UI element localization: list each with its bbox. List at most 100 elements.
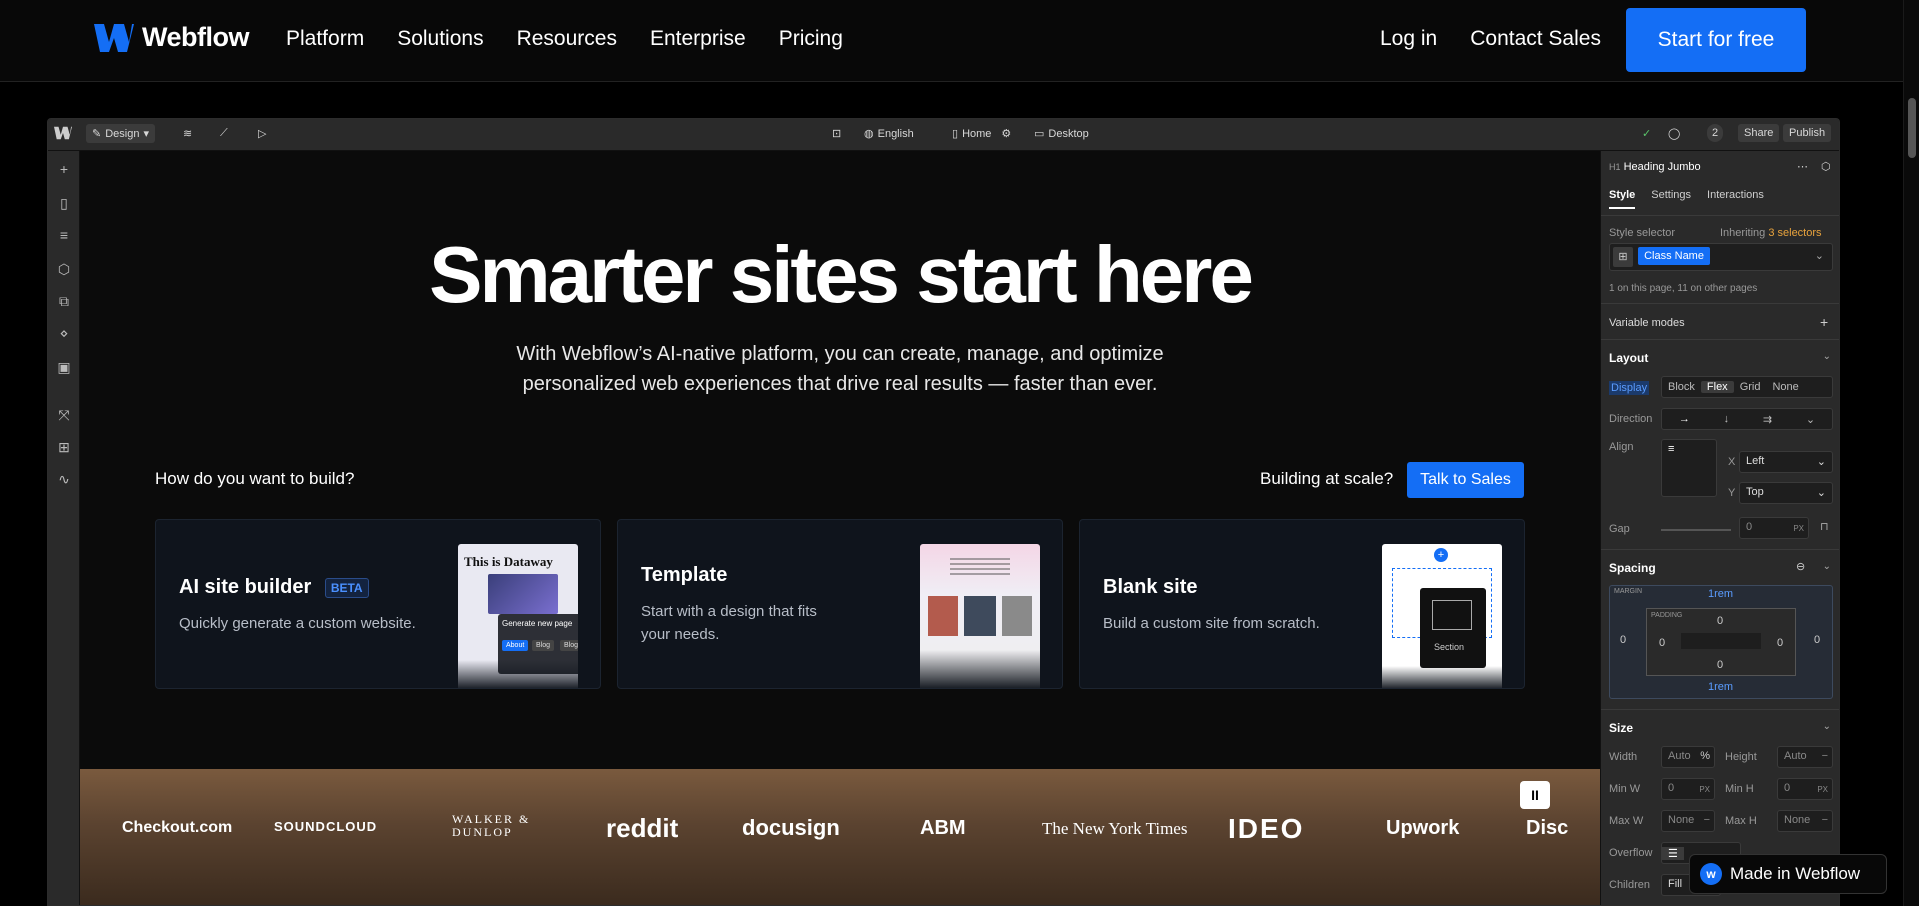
made-in-webflow-badge[interactable]: w Made in Webflow [1689,854,1887,894]
height-input[interactable]: Auto − [1777,746,1833,768]
pause-button[interactable]: II [1520,781,1550,809]
page-scrollbar[interactable] [1903,0,1919,906]
unit-dash-icon: − [1703,814,1710,826]
focus-icon[interactable]: ⊡ [832,127,841,140]
chevron-down-icon[interactable]: ⌄ [1823,351,1831,362]
display-block[interactable]: Block [1662,381,1701,393]
assets-icon[interactable]: ▣ [56,359,72,375]
margin-right-value[interactable]: 0 [1814,634,1820,646]
align-x-select[interactable]: Left ⌄ [1739,451,1833,473]
login-link[interactable]: Log in [1380,27,1437,51]
logic-icon[interactable]: ⤧ [56,407,72,423]
display-grid[interactable]: Grid [1734,381,1767,393]
start-for-free-button[interactable]: Start for free [1626,8,1806,72]
design-mode-dropdown[interactable]: ✎ Design ▾ [86,124,155,143]
usage-text: 1 on this page, 11 on other pages [1609,283,1758,294]
min-h-input[interactable]: 0 PX [1777,778,1833,800]
page-selector[interactable]: ▯ Home ⚙ [952,127,1011,141]
width-input[interactable]: Auto % [1661,746,1715,768]
nav-resources[interactable]: Resources [517,27,617,51]
navigator-icon[interactable]: ≡ [56,227,72,243]
designer-toolbar: ✎ Design ▾ ≋ ⟋ ▷ ⊡ ◍ English ▯ Home ⚙ ▭ … [48,119,1839,151]
chevron-down-icon[interactable]: ⌄ [1823,721,1831,732]
collaborators-count[interactable]: 2 [1707,124,1724,142]
selectors-count[interactable]: 3 selectors [1768,227,1821,239]
ai-site-builder-card[interactable]: AI site builder BETA Quickly generate a … [155,519,601,689]
display-flex[interactable]: Flex [1700,381,1734,393]
gap-slider[interactable] [1661,529,1731,531]
arrow-right-icon[interactable]: → [1673,413,1696,425]
share-button[interactable]: Share [1738,124,1780,142]
component-icon[interactable]: ⬡ [1821,160,1831,173]
display-none[interactable]: None [1766,381,1804,393]
margin-left-value[interactable]: 0 [1620,634,1626,646]
arrow-down-icon[interactable]: ↓ [1718,413,1736,425]
nav-solutions[interactable]: Solutions [397,27,483,51]
max-h-input[interactable]: None − [1777,810,1833,832]
align-x-value: Left [1746,455,1765,467]
chevron-down-icon[interactable]: ⌄ [1823,561,1831,572]
padding-right-value[interactable]: 0 [1777,637,1783,649]
language-selector[interactable]: ◍ English [864,127,914,141]
padding-left-value[interactable]: 0 [1659,637,1665,649]
database-icon[interactable]: ≋ [183,127,192,140]
add-class-icon[interactable]: ⊞ [1613,247,1633,267]
overflow-visible-icon[interactable]: ☰ [1662,846,1684,860]
margin-box[interactable]: MARGIN 1rem 1rem 0 0 PADDING 0 0 0 0 [1609,585,1833,699]
padding-box[interactable]: PADDING 0 0 0 0 [1646,608,1796,676]
publish-button[interactable]: Publish [1783,124,1832,142]
padding-bottom-value[interactable]: 0 [1717,659,1723,671]
contact-sales-link[interactable]: Contact Sales [1470,27,1601,51]
wrap-icon[interactable]: ⇉ [1757,413,1778,426]
tab-style[interactable]: Style [1609,189,1636,209]
margin-bottom-value[interactable]: 1rem [1708,681,1733,693]
tab-settings[interactable]: Settings [1651,189,1691,209]
blank-site-card[interactable]: Blank site Build a custom site from scra… [1079,519,1525,689]
add-variable-mode-icon[interactable]: + [1820,314,1828,330]
divider [1601,709,1839,710]
class-name-chip[interactable]: Class Name [1638,247,1710,265]
margin-top-value[interactable]: 1rem [1708,588,1733,600]
comments-icon[interactable]: ◯ [1668,127,1680,140]
logo-soundcloud: SOUNDCLOUD [274,819,378,834]
scrollbar-thumb[interactable] [1908,98,1916,158]
webflow-logo[interactable]: Webflow [94,22,250,53]
divider [1601,339,1839,340]
thumb-image-3 [1002,596,1032,636]
globe-icon: ◍ [864,128,874,140]
selected-element: H1 Heading Jumbo [1609,161,1701,173]
add-icon[interactable]: + [56,161,72,177]
preview-play-icon[interactable]: ▷ [258,127,266,140]
nav-platform[interactable]: Platform [286,27,364,51]
nav-pricing[interactable]: Pricing [779,27,843,51]
gap-unit: PX [1793,524,1804,533]
variables-icon[interactable]: ⋄ [56,325,72,341]
design-mode-icon: ✎ [92,128,102,140]
chevron-down-icon[interactable]: ⌄ [1800,413,1821,426]
breakpoint-selector[interactable]: ▭ Desktop [1034,127,1089,141]
talk-to-sales-button[interactable]: Talk to Sales [1407,462,1524,498]
tab-interactions[interactable]: Interactions [1707,189,1764,209]
padding-top-value[interactable]: 0 [1717,615,1723,627]
unit-dash-icon: − [1821,814,1828,826]
designer-window: ✎ Design ▾ ≋ ⟋ ▷ ⊡ ◍ English ▯ Home ⚙ ▭ … [47,118,1840,906]
pages-icon[interactable]: ▯ [56,195,72,211]
align-grid[interactable]: ≡ [1661,439,1717,497]
template-card[interactable]: Template Start with a design that fits y… [617,519,1063,689]
apps-icon[interactable]: ⊞ [56,439,72,455]
spacing-settings-icon[interactable]: ⊖ [1796,560,1805,573]
analytics-icon[interactable]: ⟋ [220,127,228,140]
nav-enterprise[interactable]: Enterprise [650,27,746,51]
components-icon[interactable]: ⬡ [56,261,72,277]
audit-icon[interactable]: ∿ [56,471,72,487]
gap-input[interactable]: 0 PX [1739,517,1809,539]
class-selector-field[interactable]: ⊞ Class Name ⌄ [1609,243,1833,271]
max-w-input[interactable]: None − [1661,810,1715,832]
more-icon[interactable]: ⋯ [1797,160,1808,173]
chevron-down-icon[interactable]: ⌄ [1815,249,1824,262]
align-y-select[interactable]: Top ⌄ [1739,482,1833,504]
lock-icon[interactable]: ⊓ [1820,520,1829,533]
min-w-input[interactable]: 0 PX [1661,778,1715,800]
thumb-fade [1382,666,1502,688]
cms-icon[interactable]: ⧉ [56,293,72,309]
